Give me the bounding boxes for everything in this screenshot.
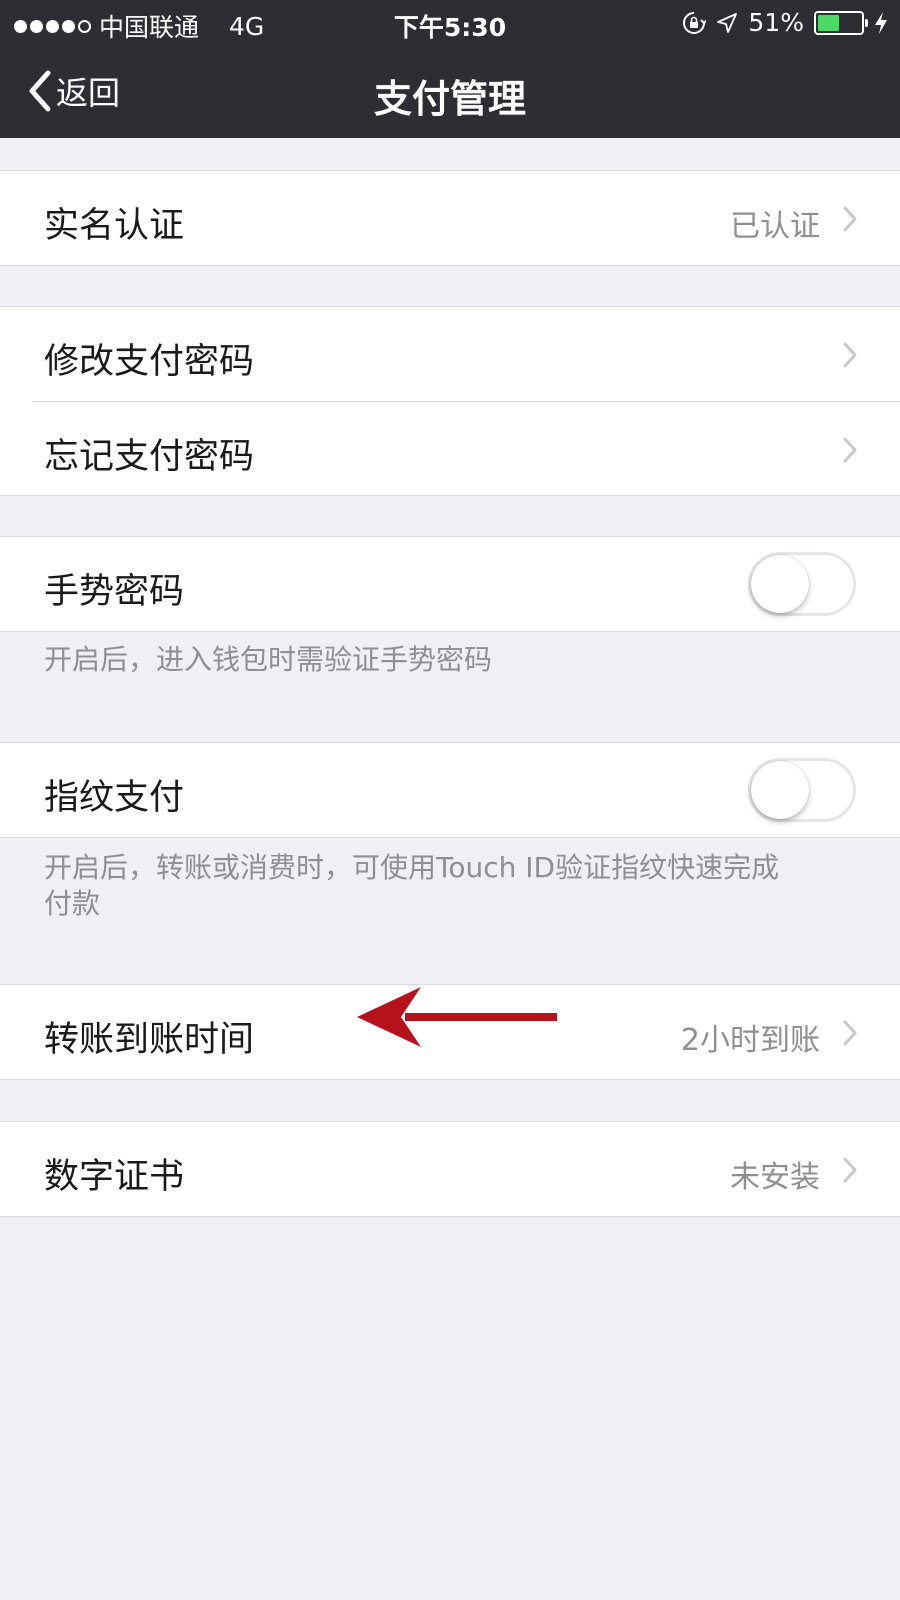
row-label: 数字证书	[44, 1157, 185, 1197]
row-forgot-pay-password[interactable]: 忘记支付密码	[32, 401, 900, 495]
row-change-pay-password[interactable]: 修改支付密码	[0, 307, 900, 401]
charging-icon	[875, 11, 887, 34]
status-right: 51%	[682, 8, 888, 37]
row-label: 实名认证	[44, 206, 185, 246]
chevron-right-icon	[843, 1157, 857, 1183]
group-identity: 实名认证 已认证	[0, 170, 900, 266]
battery-icon	[814, 10, 868, 35]
row-real-name-verification[interactable]: 实名认证 已认证	[0, 171, 900, 265]
row-label: 指纹支付	[44, 778, 185, 818]
group-fingerprint: 指纹支付	[0, 742, 900, 838]
fingerprint-payment-toggle[interactable]	[748, 758, 856, 822]
status-bar: 中国联通 4G 下午5:30 51%	[0, 0, 900, 46]
chevron-right-icon	[843, 206, 857, 232]
toggle-knob	[751, 761, 809, 819]
gesture-password-toggle[interactable]	[748, 552, 856, 616]
row-detail: 已认证	[730, 209, 820, 244]
row-label: 转账到账时间	[44, 1020, 255, 1060]
arrow-annotation-icon	[357, 987, 557, 1047]
row-label: 手势密码	[44, 572, 185, 612]
navigation-bar: 返回 支付管理	[0, 46, 900, 138]
fingerprint-note: 开启后，转账或消费时，可使用Touch ID验证指纹快速完成 付款	[44, 850, 864, 922]
row-label: 忘记支付密码	[44, 437, 255, 477]
location-icon	[717, 12, 738, 33]
row-detail: 未安装	[730, 1160, 820, 1195]
fingerprint-note-line1: 开启后，转账或消费时，可使用Touch ID验证指纹快速完成	[44, 851, 780, 884]
page-title: 支付管理	[373, 77, 526, 121]
chevron-right-icon	[843, 1020, 857, 1046]
row-detail: 2小时到账	[680, 1023, 820, 1058]
gesture-password-note: 开启后，进入钱包时需验证手势密码	[44, 643, 493, 676]
battery-percent: 51%	[748, 8, 804, 37]
screen: 中国联通 4G 下午5:30 51% 返回 支付管理 实名认证 已认证 修改支付…	[0, 0, 900, 1600]
group-certificate: 数字证书 未安装	[0, 1121, 900, 1217]
chevron-right-icon	[843, 437, 857, 463]
toggle-knob	[751, 555, 809, 613]
top-bar: 中国联通 4G 下午5:30 51% 返回 支付管理	[0, 0, 900, 138]
group-passwords: 修改支付密码 忘记支付密码	[0, 306, 900, 496]
group-gesture: 手势密码	[0, 536, 900, 632]
orientation-lock-icon	[683, 11, 707, 34]
row-label: 修改支付密码	[44, 342, 255, 382]
row-fingerprint-payment: 指纹支付	[0, 743, 900, 837]
chevron-right-icon	[843, 342, 857, 368]
row-gesture-password: 手势密码	[0, 537, 900, 631]
row-digital-certificate[interactable]: 数字证书 未安装	[0, 1122, 900, 1216]
fingerprint-note-line2: 付款	[44, 887, 101, 920]
